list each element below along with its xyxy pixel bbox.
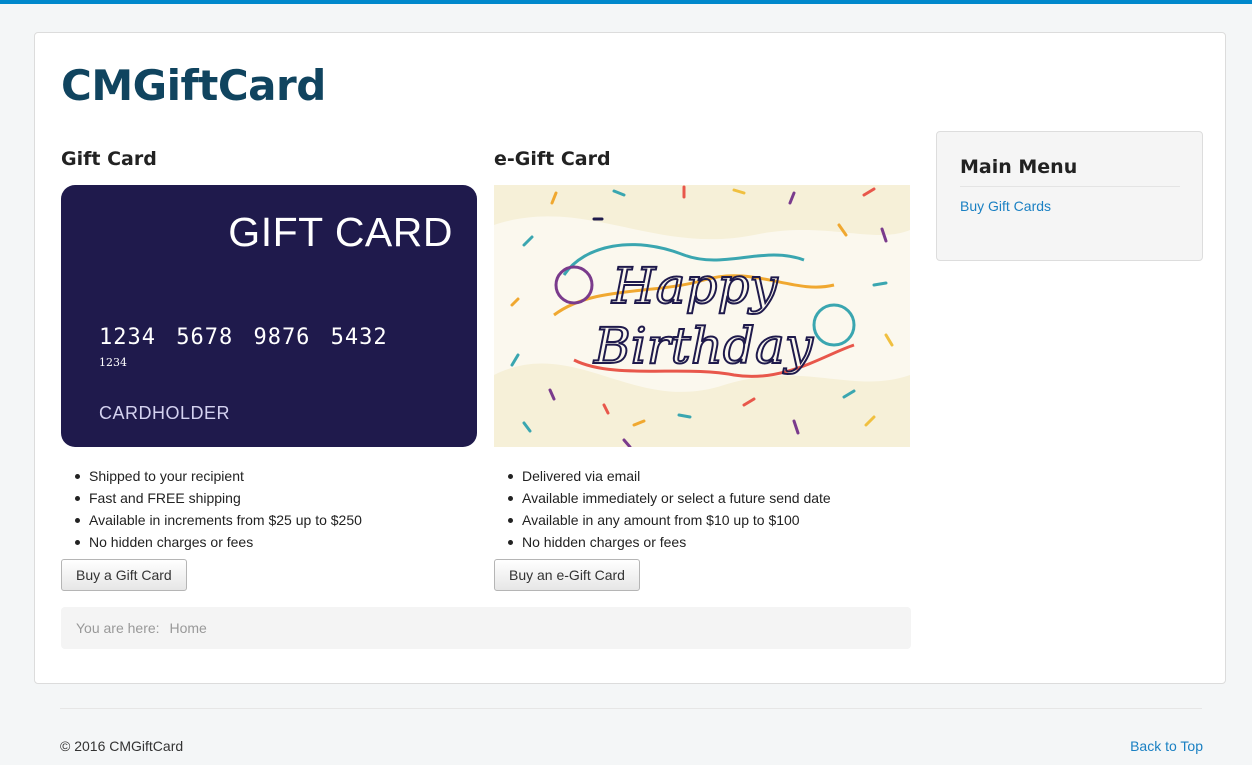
buy-egift-card-button[interactable]: Buy an e-Gift Card bbox=[494, 559, 640, 591]
egift-card-features: Delivered via email Available immediatel… bbox=[508, 465, 912, 553]
main-menu-title: Main Menu bbox=[960, 156, 1180, 187]
gift-card-column: Gift Card GIFT CARD 1234 5678 9876 5432 … bbox=[61, 145, 479, 591]
copyright: © 2016 CMGiftCard bbox=[60, 738, 184, 754]
footer-divider bbox=[60, 708, 1202, 709]
menu-link-buy-gift-cards[interactable]: Buy Gift Cards bbox=[960, 198, 1051, 214]
feature-item: Shipped to your recipient bbox=[75, 465, 479, 487]
gift-card-image-title: GIFT CARD bbox=[228, 209, 453, 255]
buy-gift-card-button[interactable]: Buy a Gift Card bbox=[61, 559, 187, 591]
breadcrumb: You are here: Home bbox=[61, 607, 911, 649]
breadcrumb-home: Home bbox=[169, 620, 207, 636]
gift-card-image-number: 1234 5678 9876 5432 bbox=[99, 325, 388, 350]
gift-card-image: GIFT CARD 1234 5678 9876 5432 1234 CARDH… bbox=[61, 185, 477, 447]
feature-item: Available in any amount from $10 up to $… bbox=[508, 509, 912, 531]
feature-item: No hidden charges or fees bbox=[508, 531, 912, 553]
gift-card-features: Shipped to your recipient Fast and FREE … bbox=[75, 465, 479, 553]
feature-item: Fast and FREE shipping bbox=[75, 487, 479, 509]
gift-card-heading: Gift Card bbox=[61, 148, 157, 170]
egift-card-image: Happy Birthday bbox=[494, 185, 910, 447]
birthday-illustration: Happy Birthday bbox=[494, 185, 910, 447]
birthday-text: Birthday bbox=[593, 317, 814, 375]
breadcrumb-label: You are here: bbox=[76, 620, 160, 636]
feature-item: Available immediately or select a future… bbox=[508, 487, 912, 509]
content-box: CMGiftCard Gift Card GIFT CARD 1234 5678… bbox=[34, 32, 1226, 684]
gift-card-image-holder: CARDHOLDER bbox=[99, 403, 231, 423]
main-menu-panel: Main Menu Buy Gift Cards bbox=[936, 131, 1203, 261]
feature-item: Available in increments from $25 up to $… bbox=[75, 509, 479, 531]
feature-item: Delivered via email bbox=[508, 465, 912, 487]
back-to-top-link[interactable]: Back to Top bbox=[1130, 738, 1203, 754]
feature-item: No hidden charges or fees bbox=[75, 531, 479, 553]
egift-card-column: e-Gift Card Happy Birthday Delivered via… bbox=[494, 145, 912, 591]
site-title[interactable]: CMGiftCard bbox=[61, 61, 326, 110]
egift-card-heading: e-Gift Card bbox=[494, 148, 611, 170]
happy-text: Happy bbox=[611, 257, 778, 315]
gift-card-image-subnumber: 1234 bbox=[99, 356, 127, 369]
